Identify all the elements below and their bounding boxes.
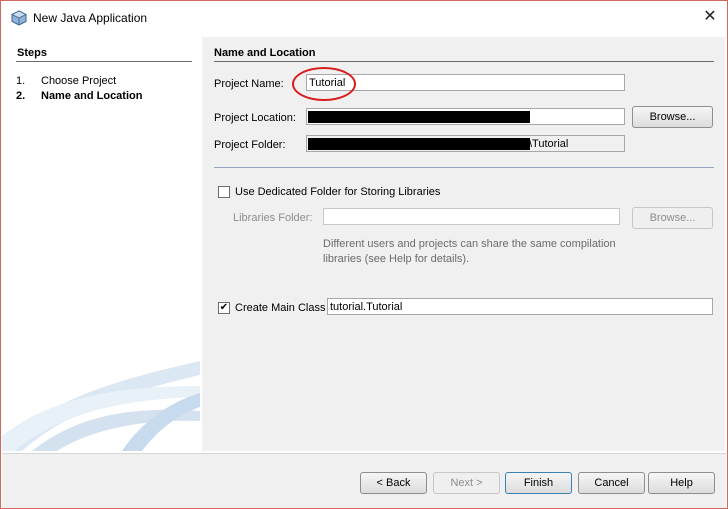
redacted-folder bbox=[308, 138, 530, 150]
java-cube-icon bbox=[11, 10, 27, 26]
window-title: New Java Application bbox=[33, 11, 148, 25]
dedicated-libraries-label[interactable]: Use Dedicated Folder for Storing Librari… bbox=[235, 186, 440, 198]
libraries-folder-input[interactable] bbox=[323, 208, 620, 225]
button-bar: < Back Next > Finish Cancel Help bbox=[2, 453, 726, 508]
step-number: 1. bbox=[16, 75, 26, 87]
project-folder-label: Project Folder: bbox=[214, 139, 286, 151]
project-folder-suffix: \Tutorial bbox=[529, 138, 569, 150]
steps-panel: Steps 1. Choose Project 2. Name and Locati… bbox=[2, 37, 200, 451]
redacted-location bbox=[308, 111, 530, 123]
cancel-button[interactable]: Cancel bbox=[578, 472, 645, 494]
dedicated-libraries-checkbox[interactable] bbox=[218, 186, 230, 198]
highlight-annotation-circle bbox=[292, 67, 356, 101]
steps-divider bbox=[16, 61, 192, 62]
steps-heading: Steps bbox=[17, 47, 47, 59]
section-divider bbox=[214, 61, 714, 62]
new-java-application-dialog: New Java Application ✕ Steps 1. Choose Pr… bbox=[0, 0, 728, 509]
title-bar: New Java Application ✕ bbox=[1, 1, 727, 33]
libraries-folder-label: Libraries Folder: bbox=[233, 212, 313, 224]
back-button[interactable]: < Back bbox=[360, 472, 427, 494]
help-button[interactable]: Help bbox=[648, 472, 715, 494]
finish-button[interactable]: Finish bbox=[505, 472, 572, 494]
next-button[interactable]: Next > bbox=[433, 472, 500, 494]
section-title: Name and Location bbox=[214, 47, 316, 59]
step-label: Choose Project bbox=[41, 75, 117, 87]
project-location-browse-button[interactable]: Browse... bbox=[632, 106, 713, 128]
close-icon[interactable]: ✕ bbox=[699, 7, 721, 27]
project-name-label: Project Name: bbox=[214, 78, 284, 90]
section-separator bbox=[214, 167, 714, 168]
step-label: Name and Location bbox=[41, 90, 143, 102]
create-main-class-checkbox[interactable]: ✔ bbox=[218, 302, 230, 314]
decorative-swirl-graphic bbox=[2, 361, 200, 451]
name-and-location-panel: Name and Location Project Name: Tutorial… bbox=[202, 37, 725, 451]
libraries-note: Different users and projects can share t… bbox=[323, 238, 616, 265]
step-number: 2. bbox=[16, 90, 26, 102]
project-location-label: Project Location: bbox=[214, 112, 296, 124]
main-class-input[interactable]: tutorial.Tutorial bbox=[327, 298, 713, 315]
create-main-class-label[interactable]: Create Main Class bbox=[235, 302, 325, 314]
libraries-browse-button[interactable]: Browse... bbox=[632, 207, 713, 229]
step-name-and-location: 2. Name and Location bbox=[16, 90, 142, 102]
step-choose-project: 1. Choose Project bbox=[16, 75, 116, 87]
